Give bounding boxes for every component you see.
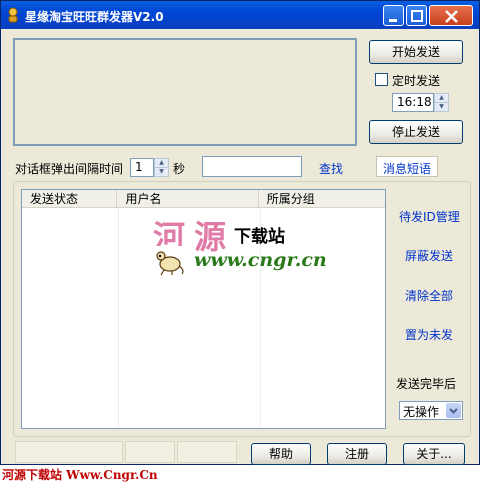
interval-spinner[interactable]: ▲ ▼ — [154, 158, 169, 177]
close-button[interactable] — [429, 5, 473, 26]
timer-spinner[interactable]: ▲ ▼ — [434, 93, 449, 112]
maximize-icon — [411, 10, 423, 22]
status-cell — [125, 441, 175, 463]
timer-time-input[interactable]: 16:18 — [392, 93, 434, 112]
app-icon — [8, 7, 18, 23]
stop-send-button[interactable]: 停止发送 — [369, 120, 463, 144]
interval-unit: 秒 — [173, 162, 186, 176]
message-textarea[interactable] — [13, 38, 357, 146]
after-send-value: 无操作 — [403, 405, 440, 419]
spin-up-icon[interactable]: ▲ — [155, 159, 168, 168]
chevron-down-icon[interactable] — [446, 403, 461, 418]
minimize-button[interactable] — [383, 5, 404, 26]
message-phrase-tab[interactable]: 消息短语 — [376, 156, 438, 177]
maximize-button[interactable] — [406, 5, 427, 26]
bottom-banner-text: 河源下载站 Www.Cngr.Cn — [2, 468, 158, 482]
spin-down-icon[interactable]: ▼ — [435, 103, 448, 112]
search-input[interactable] — [202, 156, 302, 177]
watermark-sub: 下载站 — [234, 227, 285, 247]
after-send-label: 发送完毕后 — [396, 377, 457, 391]
pending-id-manage-link[interactable]: 待发ID管理 — [399, 208, 460, 225]
main-window: 星缘淘宝旺旺群发器V2.0 开始发送 定时发送 16:18 ▲ ▼ 停止发送 对… — [0, 0, 480, 465]
column-header-username[interactable]: 用户名 — [117, 190, 259, 208]
after-send-select[interactable]: 无操作 — [399, 401, 463, 420]
block-send-link[interactable]: 屏蔽发送 — [405, 247, 453, 264]
interval-input[interactable]: 1 — [130, 158, 154, 177]
column-header-status[interactable]: 发送状态 — [22, 190, 118, 208]
column-divider — [118, 208, 119, 428]
mouse-logo-icon — [152, 246, 186, 276]
status-cell — [177, 441, 237, 463]
minimize-icon — [389, 19, 397, 22]
register-button[interactable]: 注册 — [327, 443, 387, 465]
about-button[interactable]: 关于... — [403, 443, 465, 465]
start-send-button[interactable]: 开始发送 — [369, 40, 463, 64]
status-cell — [15, 441, 123, 463]
close-icon — [445, 10, 458, 23]
search-link[interactable]: 查找 — [319, 160, 343, 177]
interval-label: 对话框弹出间隔时间 — [15, 162, 124, 176]
title-bar[interactable]: 星缘淘宝旺旺群发器V2.0 — [1, 1, 479, 29]
timer-label: 定时发送 — [392, 74, 441, 88]
column-header-group[interactable]: 所属分组 — [259, 190, 385, 208]
timer-checkbox[interactable] — [375, 73, 388, 86]
message-phrase-label: 消息短语 — [383, 162, 432, 176]
help-button[interactable]: 帮助 — [251, 443, 311, 465]
set-unsent-link[interactable]: 置为未发 — [405, 326, 453, 343]
user-list[interactable]: 发送状态 用户名 所属分组 河 源 下载站 www.cngr.cn — [21, 189, 386, 429]
window-title: 星缘淘宝旺旺群发器V2.0 — [25, 10, 164, 24]
spin-up-icon[interactable]: ▲ — [435, 94, 448, 103]
list-header: 发送状态 用户名 所属分组 — [22, 190, 385, 208]
clear-all-link[interactable]: 清除全部 — [405, 287, 453, 304]
spin-down-icon[interactable]: ▼ — [155, 168, 168, 177]
watermark-url: www.cngr.cn — [194, 249, 327, 271]
bottom-banner: 河源下载站 Www.Cngr.Cn — [0, 465, 480, 482]
